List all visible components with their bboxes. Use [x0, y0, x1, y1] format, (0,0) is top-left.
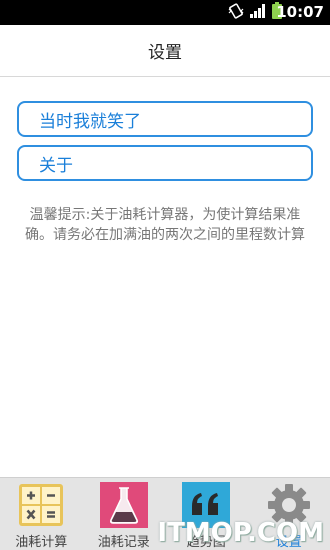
app-bar: 设置 — [0, 25, 330, 77]
calculator-icon — [17, 482, 65, 528]
status-bar: 10:07 — [0, 0, 330, 25]
page-title: 设置 — [148, 43, 182, 63]
signal-icon — [250, 3, 266, 22]
flask-icon — [99, 482, 148, 528]
status-icons — [228, 2, 282, 23]
tip-text: 温馨提示:关于油耗计算器，为使计算结果准确。请务必在加满油的两次之间的里程数计算 — [25, 207, 305, 243]
tab-fuel-calc[interactable]: 油耗计算 — [0, 478, 83, 550]
settings-content: 当时我就笑了 关于 温馨提示:关于油耗计算器，为使计算结果准确。请务必在加满油的… — [0, 77, 330, 477]
status-time: 10:07 — [276, 3, 324, 21]
laugh-button-label: 当时我就笑了 — [39, 111, 141, 132]
tab-fuel-records-label: 油耗记录 — [97, 535, 150, 550]
vibrate-icon — [228, 2, 244, 23]
about-button-label: 关于 — [39, 155, 73, 176]
tab-fuel-calc-label: 油耗计算 — [15, 535, 68, 550]
laugh-button[interactable]: 当时我就笑了 — [17, 101, 313, 137]
tab-fuel-records[interactable]: 油耗记录 — [83, 478, 166, 550]
about-button[interactable]: 关于 — [17, 145, 313, 181]
watermark: ITMOP.COM — [157, 518, 324, 548]
